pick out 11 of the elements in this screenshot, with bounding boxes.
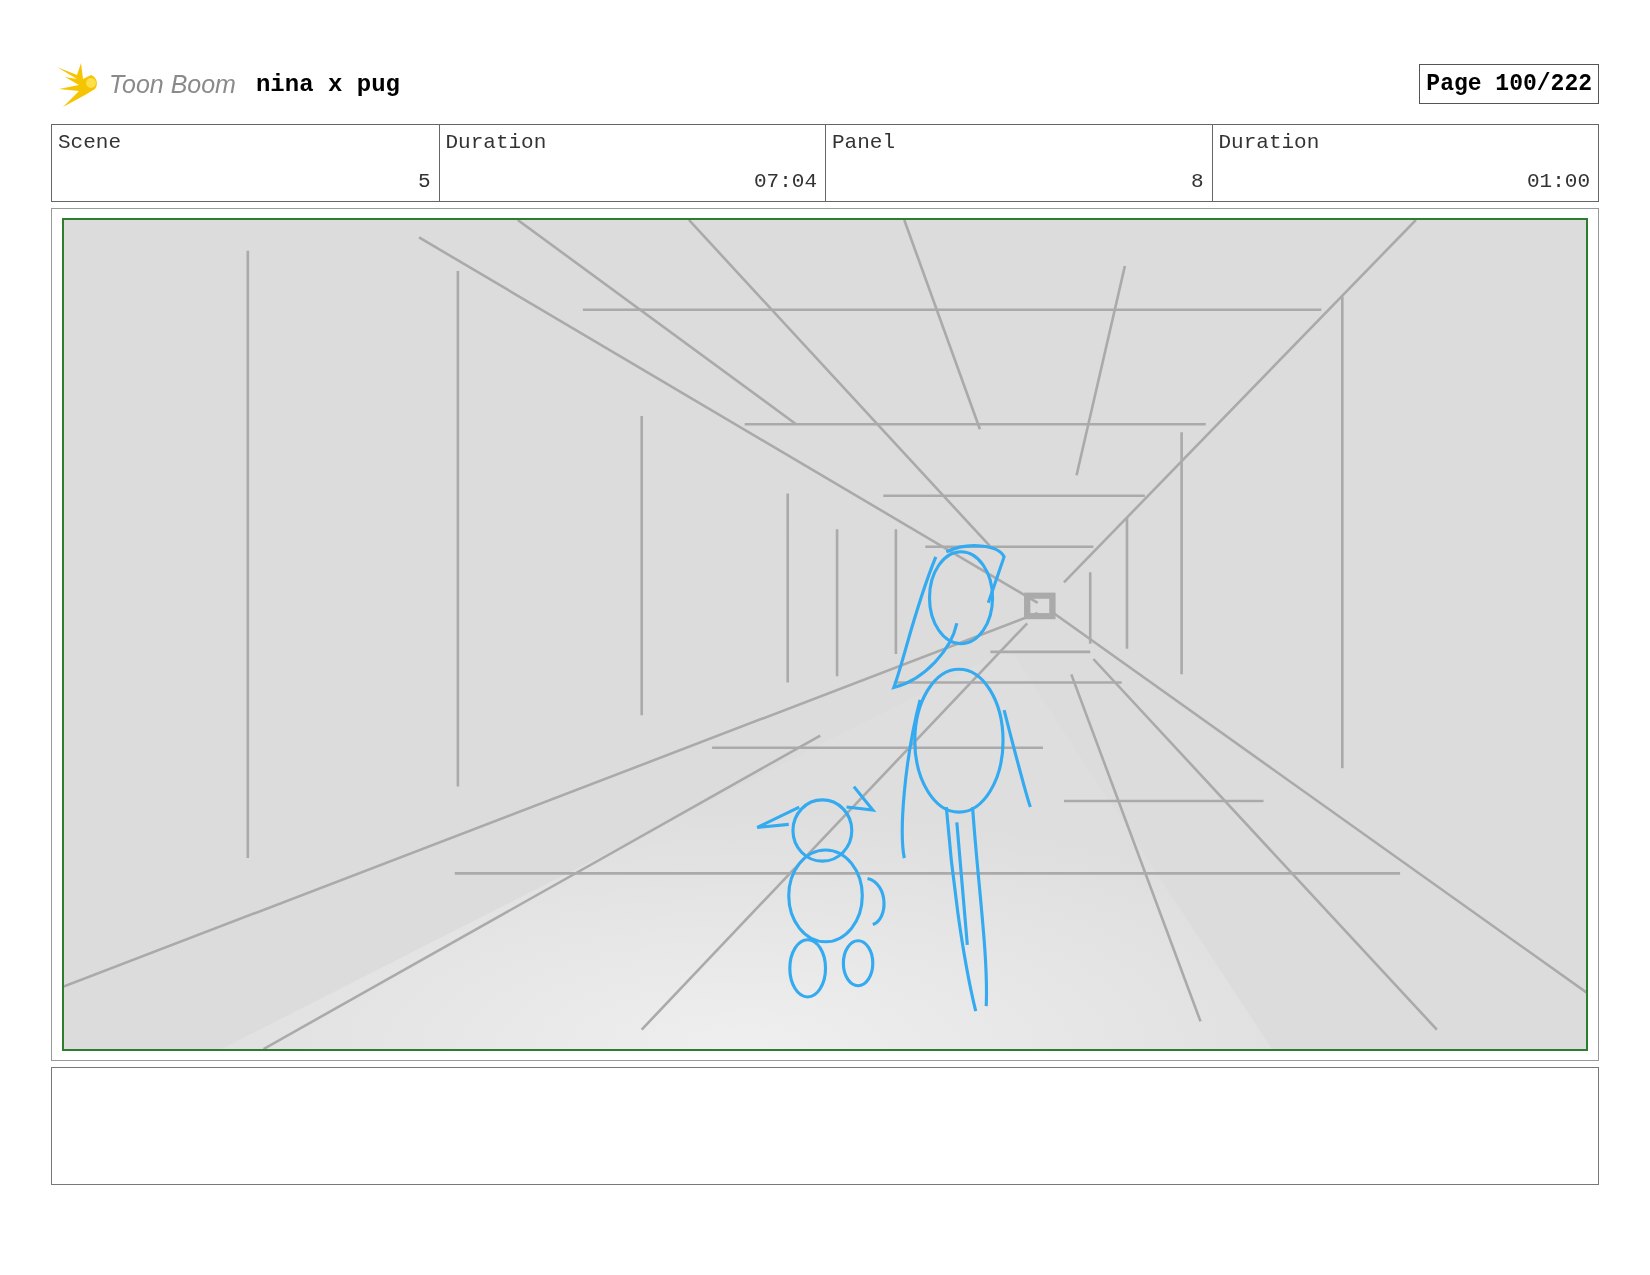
page-number: Page 100/222 xyxy=(1419,64,1599,104)
project-title: nina x pug xyxy=(255,70,400,98)
field-label: Duration xyxy=(445,131,547,154)
field-value: 07:04 xyxy=(753,170,818,193)
field-value: 5 xyxy=(416,170,432,193)
field-value: 01:00 xyxy=(1526,170,1591,193)
field-label: Duration xyxy=(1218,131,1320,154)
field-label: Panel xyxy=(832,131,895,154)
logo-text: Toon Boom xyxy=(109,69,236,99)
field-value: 8 xyxy=(1189,170,1205,193)
field-label: Scene xyxy=(58,131,121,154)
